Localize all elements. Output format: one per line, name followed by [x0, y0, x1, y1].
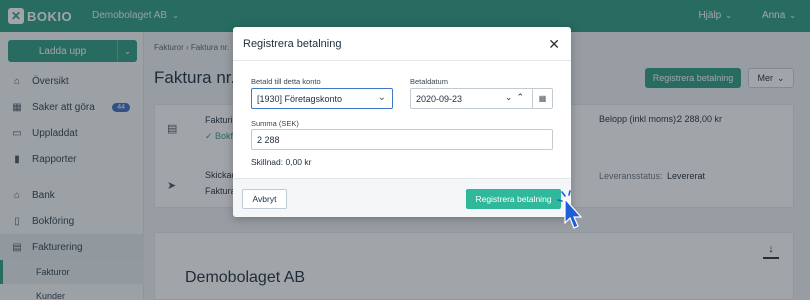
sum-label: Summa (SEK): [251, 119, 299, 128]
chevron-down-icon: ⌄: [377, 92, 386, 103]
date-label: Betaldatum: [410, 77, 448, 86]
dialog-footer: Avbryt Registrera betalning: [233, 178, 571, 217]
sum-input[interactable]: 2 288: [251, 129, 553, 150]
cancel-button[interactable]: Avbryt: [242, 189, 287, 209]
account-select[interactable]: [1930] Företagskonto ⌄: [251, 88, 393, 109]
register-payment-dialog: Registrera betalning ✕ Betald till detta…: [233, 27, 571, 217]
account-value: [1930] Företagskonto: [257, 93, 343, 104]
calendar-icon[interactable]: ▦: [532, 89, 552, 108]
divider: [233, 60, 571, 61]
confirm-register-button[interactable]: Registrera betalning: [466, 189, 561, 209]
close-icon[interactable]: ✕: [548, 36, 560, 53]
sum-value: 2 288: [257, 134, 280, 145]
account-label: Betald till detta konto: [251, 77, 321, 86]
mouse-pointer-icon: [557, 190, 583, 229]
difference-text: Skillnad: 0,00 kr: [251, 157, 312, 167]
dialog-title: Registrera betalning: [243, 38, 342, 50]
date-value: 2020-09-23: [416, 93, 463, 104]
payment-date-field[interactable]: 2020-09-23 ⌄⌃ ▦: [410, 88, 553, 109]
date-stepper-icon[interactable]: ⌄⌃: [505, 92, 528, 103]
